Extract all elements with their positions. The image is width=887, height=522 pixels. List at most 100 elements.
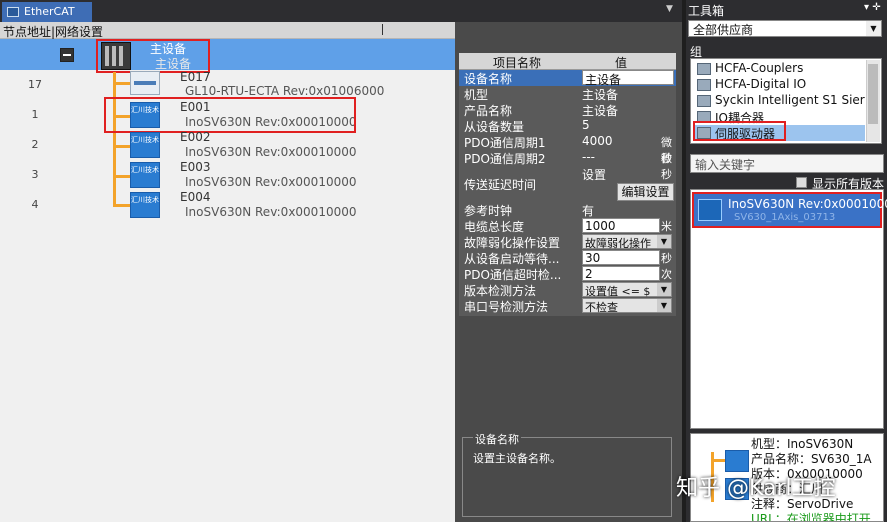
property-value: --- (582, 150, 595, 164)
servo-device-icon: 汇川技术 (130, 162, 160, 188)
fault-weak-select[interactable]: 故障弱化操作 ▼ (582, 234, 672, 250)
tab-dropdown-icon[interactable]: ▼ (666, 4, 673, 14)
network-header-label: 节点地址|网络设置 (3, 25, 104, 39)
cable-length-input[interactable]: 1000 (582, 218, 660, 233)
toolbox-header: 工具箱 ▾ ✛ (688, 2, 887, 18)
node-address: 2 (31, 138, 39, 151)
property-row-pdo-cycle2: PDO通信周期2 --- 微秒 (459, 150, 676, 181)
vendor-select[interactable]: 全部供应商 ▼ (688, 20, 882, 37)
select-value: 设置值 <= $ (585, 285, 651, 298)
chevron-down-icon: ▼ (657, 235, 671, 248)
property-row-version-check: 版本检测方法 设置值 <= $ ▼ (459, 282, 676, 298)
property-label: 版本检测方法 (464, 284, 537, 298)
collapse-icon[interactable] (60, 48, 74, 62)
node-revision: InoSV630N Rev:0x00010000 (185, 145, 357, 159)
document-tab-bar (0, 0, 682, 22)
property-row-ref-clock: 参考时钟 有 (459, 202, 676, 218)
property-description: 设备名称 设置主设备名称。 (462, 431, 672, 517)
node-name[interactable]: E004 (180, 190, 211, 204)
property-label: 从设备启动等待... (464, 252, 560, 266)
select-value: 不检查 (585, 301, 618, 314)
info-tree-line (711, 459, 725, 462)
property-label: 从设备数量 (464, 120, 525, 134)
node-name[interactable]: E017 (180, 70, 211, 84)
slave-wait-input[interactable]: 30 (582, 250, 660, 265)
group-item-label: Syckin Intelligent S1 Sierie (715, 93, 865, 107)
property-label: 故障弱化操作设置 (464, 236, 561, 250)
device-group-icon (697, 63, 711, 75)
device-list-item-selected[interactable]: InoSV630N Rev:0x00010000 SV630_1Axis_037… (692, 192, 887, 228)
edit-settings-button[interactable]: 编辑设置 (617, 183, 674, 201)
info-url-link[interactable]: URL：在浏览器中打开 (751, 510, 871, 521)
network-icon (7, 7, 19, 17)
group-item[interactable]: HCFA-Couplers (693, 61, 865, 77)
chevron-down-icon: ▼ (657, 299, 671, 312)
property-value: 主设备 (582, 88, 619, 102)
group-item[interactable]: Syckin Intelligent S1 Sierie (693, 93, 865, 109)
property-row-model: 机型 主设备 (459, 86, 676, 102)
node-address: 4 (31, 198, 39, 211)
version-check-select[interactable]: 设置值 <= $ ▼ (582, 282, 672, 298)
description-text: 设置主设备名称。 (473, 452, 561, 465)
property-label: 机型 (464, 88, 489, 102)
node-revision: GL10-RTU-ECTA Rev:0x01006000 (185, 84, 385, 98)
group-item-label: HCFA-Couplers (715, 61, 804, 75)
property-row-serial-check: 串口号检测方法 不检查 ▼ (459, 298, 676, 314)
tree-branch (113, 145, 130, 148)
property-row-fault-weak: 故障弱化操作设置 故障弱化操作 ▼ (459, 234, 676, 250)
property-row-cable-length: 电缆总长度 1000 米 (459, 218, 676, 234)
pin-icon[interactable]: ▾ ✛ (864, 2, 881, 13)
property-value: 4000 (582, 134, 613, 148)
node-address: 17 (28, 78, 42, 91)
node-address: 3 (31, 168, 39, 181)
checkbox-icon (796, 177, 807, 188)
chevron-down-icon: ▼ (657, 283, 671, 296)
servo-device-icon: 汇川技术 (130, 132, 160, 158)
property-value: 设置 (582, 168, 607, 182)
column-header-value: 值 (615, 56, 628, 70)
device-item-subtitle: SV630_1Axis_03713 (734, 212, 836, 223)
property-row-product: 产品名称 主设备 (459, 102, 676, 118)
serial-check-select[interactable]: 不检查 ▼ (582, 298, 672, 314)
chevron-down-icon: ▼ (866, 21, 881, 36)
property-label: 串口号检测方法 (464, 300, 549, 314)
property-label: 电缆总长度 (464, 220, 525, 234)
property-value: 有 (582, 204, 595, 218)
property-label: PDO通信周期1 (464, 136, 546, 150)
tab-label: EtherCAT (24, 5, 75, 18)
property-label: 参考时钟 (464, 204, 513, 218)
node-name[interactable]: E003 (180, 160, 211, 174)
tree-trunk (113, 72, 116, 206)
device-group-icon (697, 95, 711, 107)
tree-branch (113, 82, 130, 85)
device-name-input[interactable]: 主设备 (582, 70, 674, 87)
device-item-title: InoSV630N Rev:0x00010000 (728, 197, 887, 211)
property-row-device-name[interactable]: 设备名称 主设备 (459, 70, 676, 87)
property-unit: 次 (661, 268, 672, 281)
description-title: 设备名称 (473, 431, 521, 447)
property-row-pdo-timeout: PDO通信超时检... 2 次 (459, 266, 676, 282)
property-row-slave-wait: 从设备启动等待... 30 秒 (459, 250, 676, 266)
tab-ethercat[interactable]: EtherCAT (2, 2, 92, 22)
property-row-pdo-cycle1: PDO通信周期1 4000 微秒 (459, 134, 676, 165)
scrollbar-thumb[interactable] (868, 64, 878, 124)
group-item-label: HCFA-Digital IO (715, 77, 807, 91)
node-revision: InoSV630N Rev:0x00010000 (185, 205, 357, 219)
property-value: 5 (582, 118, 590, 132)
property-grid-header: 项目名称 值 (459, 53, 676, 70)
pdo-timeout-input[interactable]: 2 (582, 266, 660, 281)
property-label: 设备名称 (464, 72, 513, 86)
column-splitter[interactable] (382, 24, 383, 35)
property-row-slave-count: 从设备数量 5 (459, 118, 676, 134)
e001-highlight (104, 97, 356, 133)
property-unit: 米 (661, 220, 672, 233)
servo-device-icon (698, 199, 722, 221)
group-item[interactable]: HCFA-Digital IO (693, 77, 865, 93)
tree-branch (113, 204, 130, 207)
property-label: PDO通信超时检... (464, 268, 562, 282)
servo-device-icon (725, 450, 749, 472)
network-header: 节点地址|网络设置 (0, 22, 455, 39)
keyword-input[interactable]: 输入关键字 (690, 154, 884, 173)
node-name[interactable]: E002 (180, 130, 211, 144)
node-address: 1 (31, 108, 39, 121)
